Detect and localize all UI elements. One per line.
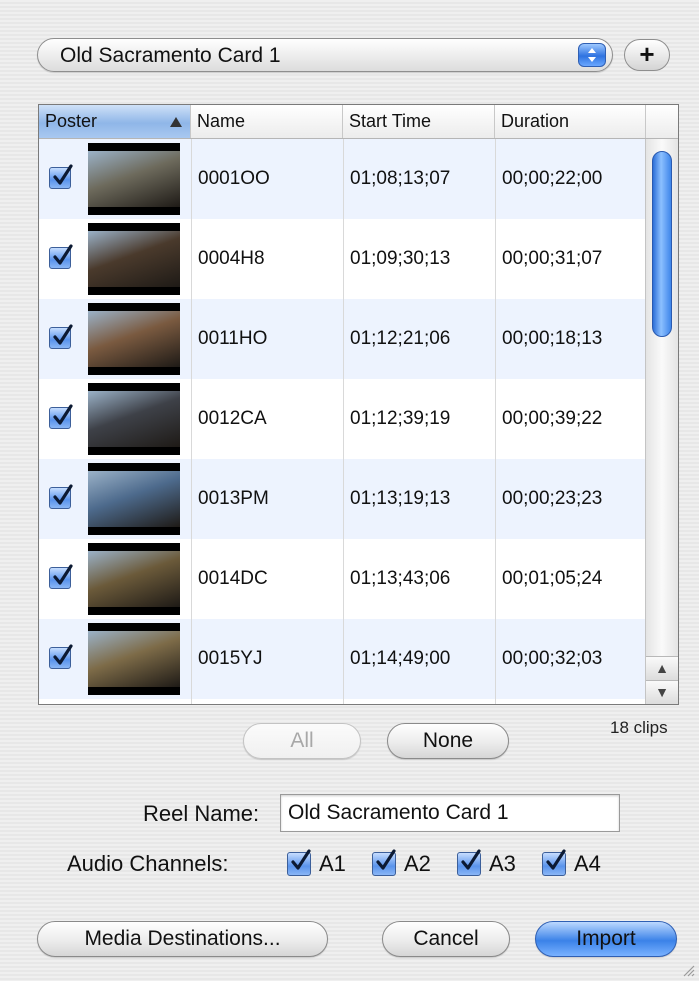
audio-channel-label: A3 <box>489 851 516 876</box>
table-row[interactable]: 0013PM 01;13;19;13 00;00;23;23 <box>39 459 645 539</box>
poster-thumbnail <box>88 223 180 295</box>
select-none-button[interactable]: None <box>387 723 509 759</box>
cancel-button[interactable]: Cancel <box>382 921 510 957</box>
clip-start-time: 01;12;21;06 <box>350 328 451 349</box>
audio-channel-checkbox-a4[interactable] <box>542 849 566 876</box>
table-row[interactable]: 0014DC 01;13;43;06 00;01;05;24 <box>39 539 645 619</box>
import-button[interactable]: Import <box>535 921 677 957</box>
column-header-start-time[interactable]: Start Time <box>343 105 495 138</box>
column-divider <box>343 139 344 704</box>
table-row[interactable]: 0015YJ 01;14;49;00 00;00;32;03 <box>39 619 645 699</box>
audio-channel-label: A4 <box>574 851 601 876</box>
column-divider <box>191 139 192 704</box>
include-clip-checkbox[interactable] <box>49 164 73 189</box>
table-row[interactable]: 0012CA 01;12;39;19 00;00;39;22 <box>39 379 645 459</box>
column-header-name[interactable]: Name <box>191 105 343 138</box>
column-header-label: Start Time <box>349 111 432 131</box>
clip-start-time: 01;09;30;13 <box>350 248 451 269</box>
table-row[interactable]: 0004H8 01;09;30;13 00;00;31;07 <box>39 219 645 299</box>
include-clip-checkbox[interactable] <box>49 244 73 269</box>
clip-name: 0011HO <box>198 328 268 349</box>
clip-name: 0015YJ <box>198 648 263 669</box>
clip-start-time: 01;13;19;13 <box>350 488 451 509</box>
clip-start-time: 01;13;43;06 <box>350 568 451 589</box>
include-clip-checkbox[interactable] <box>49 404 73 429</box>
poster-thumbnail <box>88 543 180 615</box>
audio-channel-checkbox-a3[interactable] <box>457 849 481 876</box>
scroll-down-arrow-icon[interactable]: ▼ <box>646 680 678 704</box>
include-clip-checkbox[interactable] <box>49 564 73 589</box>
poster-thumbnail <box>88 303 180 375</box>
clip-duration: 00;00;31;07 <box>502 248 603 269</box>
reel-name-input[interactable]: Old Sacramento Card 1 <box>280 794 620 832</box>
include-clip-checkbox[interactable] <box>49 324 73 349</box>
reel-popup[interactable]: Old Sacramento Card 1 <box>37 38 613 72</box>
media-destinations-button[interactable]: Media Destinations... <box>37 921 328 957</box>
clip-name: 0001OO <box>198 168 270 189</box>
sort-ascending-icon <box>170 117 182 127</box>
clip-duration: 00;01;05;24 <box>502 568 603 589</box>
clip-table: Poster Name Start Time Duration 0001OO 01… <box>38 104 679 705</box>
poster-thumbnail <box>88 623 180 695</box>
column-header-label: Name <box>197 111 246 131</box>
column-header-label: Duration <box>501 111 570 131</box>
table-row[interactable]: 0011HO 01;12;21;06 00;00;18;13 <box>39 299 645 379</box>
clip-count: 18 clips <box>610 718 668 737</box>
audio-channels-label: Audio Channels: <box>67 851 229 876</box>
clip-start-time: 01;14;49;00 <box>350 648 451 669</box>
clip-name: 0013PM <box>198 488 269 509</box>
audio-channel-label: A2 <box>404 851 431 876</box>
table-header: Poster Name Start Time Duration <box>39 105 678 139</box>
poster-thumbnail <box>88 463 180 535</box>
poster-thumbnail <box>88 143 180 215</box>
clip-duration: 00;00;23;23 <box>502 488 603 509</box>
table-row[interactable]: 0001OO 01;08;13;07 00;00;22;00 <box>39 139 645 219</box>
scroll-up-arrow-icon[interactable]: ▲ <box>646 656 678 680</box>
audio-channel-label: A1 <box>319 851 346 876</box>
clip-duration: 00;00;18;13 <box>502 328 603 349</box>
select-all-button[interactable]: All <box>243 723 361 759</box>
clip-name: 0014DC <box>198 568 268 589</box>
reel-name-label: Reel Name: <box>143 801 260 826</box>
include-clip-checkbox[interactable] <box>49 644 73 669</box>
clip-name: 0004H8 <box>198 248 265 269</box>
poster-thumbnail <box>88 383 180 455</box>
clip-duration: 00;00;22;00 <box>502 168 603 189</box>
column-header-poster[interactable]: Poster <box>39 105 191 138</box>
column-header-corner <box>646 105 678 138</box>
clip-name: 0012CA <box>198 408 267 429</box>
clip-start-time: 01;12;39;19 <box>350 408 451 429</box>
column-divider <box>495 139 496 704</box>
include-clip-checkbox[interactable] <box>49 484 73 509</box>
clip-duration: 00;00;32;03 <box>502 648 603 669</box>
resize-grip-icon[interactable] <box>679 961 695 977</box>
audio-channel-checkbox-a2[interactable] <box>372 849 396 876</box>
column-header-label: Poster <box>45 111 98 131</box>
reel-popup-label: Old Sacramento Card 1 <box>60 44 281 67</box>
add-reel-button[interactable]: + <box>624 39 670 71</box>
popup-arrows-icon <box>578 43 606 67</box>
clip-duration: 00;00;39;22 <box>502 408 603 429</box>
clip-start-time: 01;08;13;07 <box>350 168 451 189</box>
scrollbar-thumb[interactable] <box>652 151 672 337</box>
audio-channel-checkbox-a1[interactable] <box>287 849 311 876</box>
vertical-scrollbar[interactable]: ▲ ▼ <box>645 139 678 704</box>
column-header-duration[interactable]: Duration <box>495 105 646 138</box>
